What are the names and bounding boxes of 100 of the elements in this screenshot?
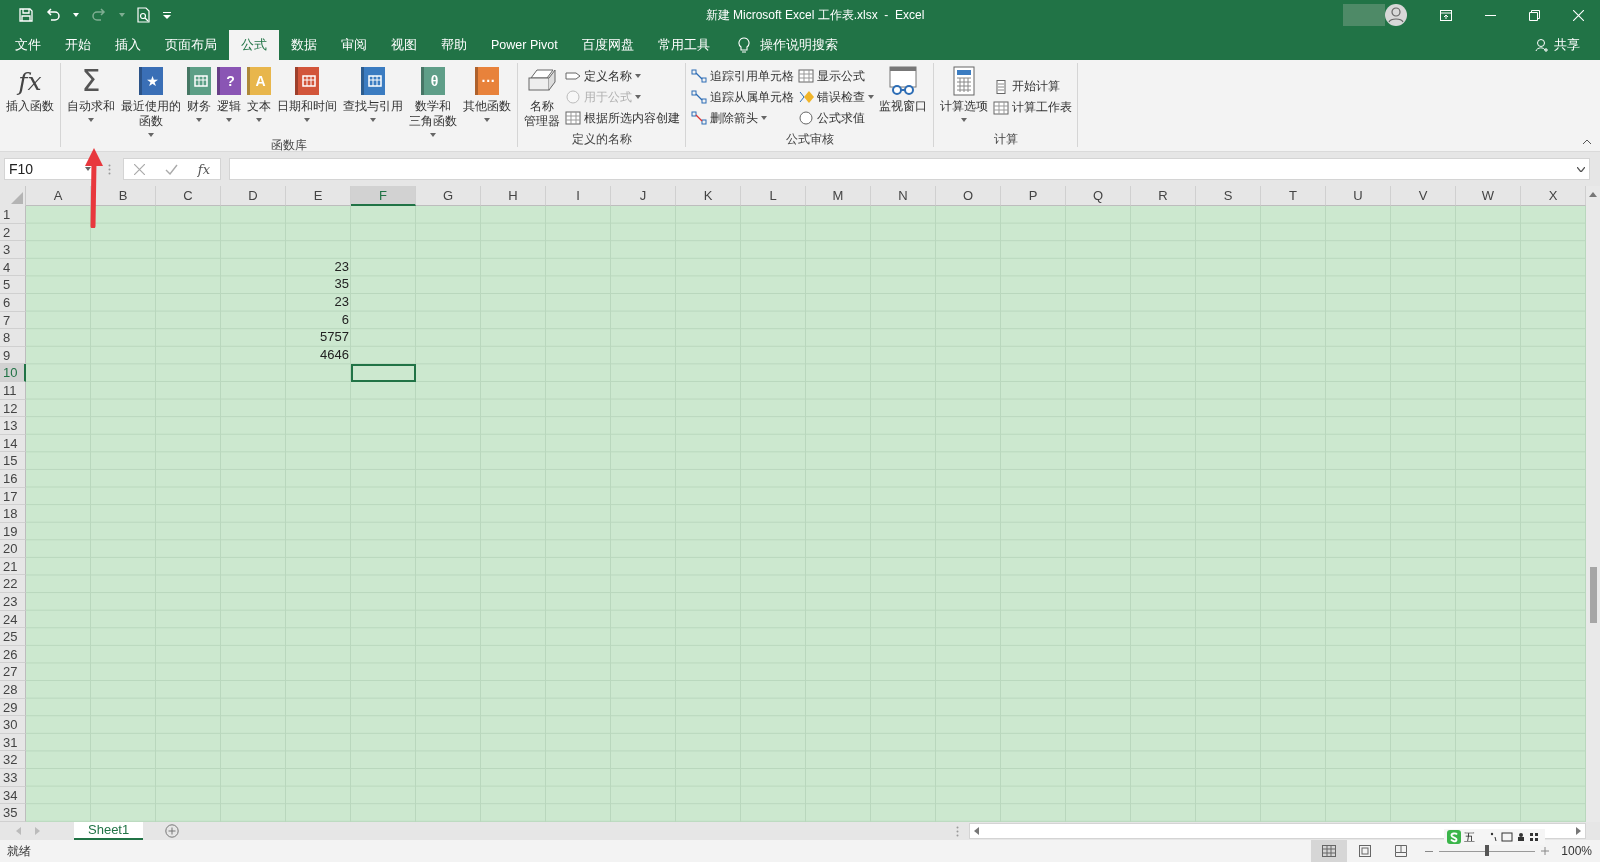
ribbon-tab[interactable]: Power Pivot xyxy=(479,30,570,60)
row-header[interactable]: 18 xyxy=(0,505,26,523)
scroll-right-icon[interactable] xyxy=(1576,827,1581,835)
ribbon-tab[interactable]: 公式 xyxy=(229,30,279,60)
undo-icon[interactable] xyxy=(45,8,61,22)
table-cell: 35 xyxy=(334,276,349,292)
avatar-icon[interactable] xyxy=(1385,4,1407,26)
ribbon-button[interactable]: 日期和时间 xyxy=(274,63,340,122)
ribbon-button[interactable]: 定义名称 xyxy=(565,66,680,86)
row-header[interactable]: 10 xyxy=(0,364,26,382)
caret-icon xyxy=(119,13,125,17)
check-icon[interactable] xyxy=(164,163,178,175)
row-header[interactable]: 20 xyxy=(0,540,26,558)
ribbon-button[interactable]: 查找与引用 xyxy=(340,63,406,122)
sum-icon: Σ xyxy=(81,66,101,96)
ribbon-button[interactable]: θ 数学和 三角函数 xyxy=(406,63,460,137)
function-icon: fx xyxy=(18,66,42,96)
calculator-icon xyxy=(993,79,1009,94)
minimize-icon[interactable] xyxy=(1485,14,1496,16)
row-header[interactable]: 25 xyxy=(0,628,26,646)
splitter-handle-icon[interactable] xyxy=(108,163,111,175)
status-text: 就绪 xyxy=(7,842,31,860)
ribbon-button[interactable]: 根据所选内容创建 xyxy=(565,108,680,128)
customize-caret-icon[interactable] xyxy=(163,11,171,19)
ribbon-tab[interactable]: 数据 xyxy=(279,30,329,60)
row-header[interactable]: 8 xyxy=(0,329,26,347)
ribbon-button[interactable]: 计算选项 xyxy=(937,63,991,122)
ribbon-tab[interactable]: 百度网盘 xyxy=(569,30,646,60)
expand-caret-icon[interactable] xyxy=(1577,166,1585,172)
ribbon-button[interactable]: ★ 最近使用的 函数 xyxy=(118,63,184,137)
ribbon-tab[interactable]: 插入 xyxy=(103,30,153,60)
caret-icon[interactable] xyxy=(73,13,79,17)
row-header[interactable]: 5 xyxy=(0,276,26,294)
ribbon-button[interactable]: 错误检查 xyxy=(798,87,874,107)
zoom-thumb[interactable] xyxy=(1485,845,1490,856)
row-header[interactable]: 35 xyxy=(0,804,26,822)
restore-icon[interactable] xyxy=(1529,9,1540,21)
row-header[interactable]: 33 xyxy=(0,769,26,787)
insert-function-button[interactable]: fx xyxy=(197,161,210,177)
ribbon-button[interactable]: Σ 自动求和 xyxy=(64,63,118,122)
arrows-icon xyxy=(691,111,707,125)
input-mode[interactable]: 五 xyxy=(1464,829,1475,845)
row-header[interactable]: 27 xyxy=(0,663,26,682)
collapse-ribbon-icon[interactable] xyxy=(1582,139,1592,145)
row-header[interactable]: 23 xyxy=(0,593,26,611)
ribbon-button[interactable]: 开始计算 xyxy=(993,77,1072,96)
cell-grid[interactable]: 1 2 3 4 23 5 35 6 23 7 6 8 5757 9 4646 10 11 12 13 14 15 16 17 18 19 20 21 22 23 24 25 26 27 28 29 30 31 32 33 34 35 xyxy=(0,206,1586,822)
scroll-up-icon[interactable] xyxy=(1589,192,1597,197)
ribbon-button[interactable]: 计算工作表 xyxy=(993,98,1072,117)
ribbon-button[interactable]: A 文本 xyxy=(244,63,274,122)
ribbon-button[interactable]: 名称 管理器 xyxy=(521,63,563,129)
table-icon xyxy=(798,69,814,83)
calculator-icon xyxy=(953,66,975,96)
row-header[interactable]: 13 xyxy=(0,417,26,435)
group-label: 函数库 xyxy=(270,137,308,153)
print-preview-icon[interactable] xyxy=(137,7,151,23)
row-header[interactable]: 15 xyxy=(0,452,26,470)
ribbon-button[interactable]: fx 插入函数 xyxy=(3,63,57,114)
scroll-left-icon[interactable] xyxy=(974,827,979,835)
row-header[interactable]: 1 xyxy=(0,206,26,224)
sheet-tab[interactable]: Sheet1 xyxy=(74,822,144,840)
ribbon-button[interactable]: 财务 xyxy=(184,63,214,122)
ribbon-tab[interactable]: 页面布局 xyxy=(153,30,229,60)
row-header[interactable]: 3 xyxy=(0,241,26,259)
table-icon xyxy=(565,111,581,125)
ribbon-button[interactable]: 追踪引用单元格 xyxy=(691,66,794,86)
table-cell: 23 xyxy=(334,258,349,274)
row-header[interactable]: 30 xyxy=(0,716,26,734)
row-header[interactable]: 32 xyxy=(0,751,26,769)
ribbon-button[interactable]: 删除箭头 xyxy=(691,108,794,128)
save-icon[interactable] xyxy=(19,8,33,22)
ribbon-tab[interactable]: 审阅 xyxy=(329,30,379,60)
view-button[interactable] xyxy=(1311,840,1348,862)
close-icon[interactable] xyxy=(1573,9,1584,21)
splitter-handle-icon[interactable] xyxy=(956,825,959,837)
ribbon-button[interactable]: 监视窗口 xyxy=(876,63,930,114)
zoom-level[interactable]: 100% xyxy=(1561,844,1592,858)
ribbon-display-icon[interactable] xyxy=(1440,9,1452,21)
share-button[interactable]: 共享 xyxy=(1554,30,1580,60)
scrollbar-thumb[interactable] xyxy=(1589,567,1597,623)
ime-logo-icon[interactable] xyxy=(1447,830,1461,844)
ribbon-button[interactable]: 公式求值 xyxy=(798,108,874,128)
ribbon-button[interactable]: ? 逻辑 xyxy=(214,63,244,122)
search-field[interactable]: 操作说明搜索 xyxy=(759,30,838,60)
ribbon-button[interactable]: 显示公式 xyxy=(798,66,874,86)
table-icon xyxy=(993,100,1009,115)
formula-input[interactable] xyxy=(229,158,1590,180)
ribbon-tab[interactable]: 帮助 xyxy=(429,30,479,60)
row-header[interactable]: 22 xyxy=(0,575,26,594)
ribbon-button[interactable]: 追踪从属单元格 xyxy=(691,87,794,107)
ribbon-tab[interactable]: 文件 xyxy=(3,30,53,60)
ribbon-button[interactable]: ··· 其他函数 xyxy=(460,63,514,122)
column-header[interactable]: F xyxy=(351,186,416,206)
ribbon-tab[interactable]: 常用工具 xyxy=(645,30,722,60)
ribbon-tab[interactable]: 开始 xyxy=(53,30,103,60)
row-header[interactable]: 28 xyxy=(0,681,26,699)
share-person-icon[interactable] xyxy=(1535,38,1549,52)
book-icon: ? xyxy=(217,67,241,95)
glasses-window-icon xyxy=(888,66,918,96)
ribbon-tab[interactable]: 视图 xyxy=(379,30,429,60)
